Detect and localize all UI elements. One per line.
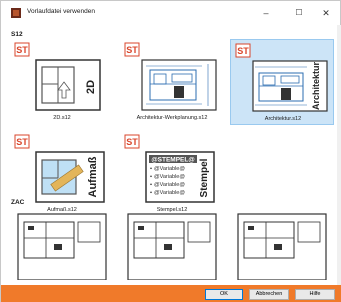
dialog-footer: OK Abbrechen Hilfe — [1, 285, 341, 302]
tile-zac-1[interactable] — [10, 207, 114, 285]
tile-zac-2-thumbnail — [127, 213, 217, 280]
tile-aufmass[interactable]: ST Aufmaß Aufmaß.s12 — [10, 131, 114, 217]
svg-text:Aufmaß: Aufmaß — [87, 156, 99, 197]
title-bar[interactable]: Vorlaufdatei verwenden – ☐ ✕ — [1, 1, 341, 25]
tile-aufmass-thumbnail: ST Aufmaß — [14, 134, 105, 203]
svg-text:@Variable@: @Variable@ — [154, 190, 185, 196]
tile-zac-3[interactable] — [230, 207, 334, 285]
tile-zac-2[interactable] — [120, 207, 224, 285]
group-label-s12: S12 — [11, 31, 23, 38]
maximize-button[interactable]: ☐ — [288, 5, 310, 21]
ok-button[interactable]: OK — [205, 289, 243, 300]
svg-text:Stempel: Stempel — [199, 158, 210, 197]
tile-architektur-thumbnail: ST Architektur — [235, 43, 328, 112]
svg-text:2D: 2D — [85, 80, 97, 94]
svg-text:ST: ST — [126, 137, 138, 147]
tile-2d-thumbnail: ST 2D — [14, 42, 101, 111]
tile-2d[interactable]: ST 2D 2D.s12 — [10, 39, 114, 125]
svg-text:@STEMPEL@: @STEMPEL@ — [151, 157, 194, 164]
svg-text:Architektur: Architektur — [311, 62, 321, 111]
minimize-button[interactable]: – — [255, 5, 277, 21]
vertical-scrollbar[interactable] — [337, 25, 341, 285]
svg-text:@Variable@: @Variable@ — [154, 182, 185, 188]
tile-architektur-werkplanung-thumbnail: ST — [124, 42, 217, 111]
tile-label: 2D.s12 — [53, 115, 71, 121]
cancel-button[interactable]: Abbrechen — [249, 289, 289, 300]
tile-stempel-thumbnail: ST @STEMPEL@ @Variable@ @Variable@ @Vari… — [124, 134, 215, 203]
close-button[interactable]: ✕ — [315, 5, 337, 21]
help-button[interactable]: Hilfe — [295, 289, 335, 300]
st-badge-text: ST — [16, 45, 28, 55]
svg-text:ST: ST — [16, 137, 28, 147]
group-label-zac: ZAC — [11, 199, 25, 206]
dialog-window: Vorlaufdatei verwenden – ☐ ✕ S12 ST 2D 2… — [0, 0, 341, 302]
window-title: Vorlaufdatei verwenden — [27, 8, 95, 15]
svg-text:ST: ST — [126, 45, 138, 55]
tile-architektur-werkplanung[interactable]: ST Architektur-Werkplanung.s12 — [120, 39, 224, 125]
template-list: S12 ST 2D 2D.s12 ST Architektur-Werkplan… — [4, 25, 340, 285]
tile-label: Architektur.s12 — [264, 116, 302, 122]
tile-zac-3-thumbnail — [237, 213, 327, 280]
svg-text:ST: ST — [237, 46, 249, 56]
svg-text:@Variable@: @Variable@ — [154, 174, 185, 180]
tile-architektur[interactable]: ST Architektur Architektur.s12 — [230, 39, 334, 125]
tile-stempel[interactable]: ST @STEMPEL@ @Variable@ @Variable@ @Vari… — [120, 131, 224, 217]
app-icon — [11, 8, 21, 18]
tile-label: Architektur-Werkplanung.s12 — [136, 115, 208, 121]
tile-zac-1-thumbnail — [17, 213, 107, 280]
svg-text:@Variable@: @Variable@ — [154, 166, 185, 172]
